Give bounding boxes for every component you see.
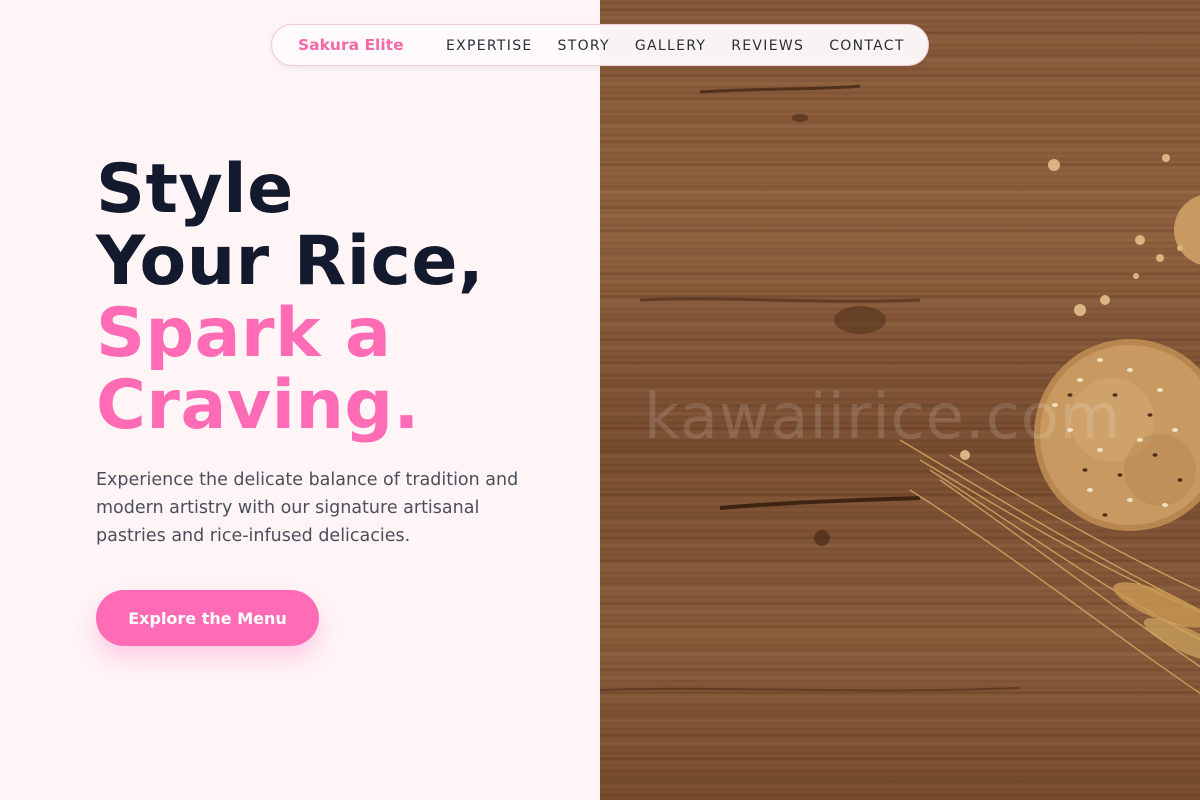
hero-left-panel: Style Your Rice, Spark a Craving. Experi… [0, 0, 600, 800]
hero-title-line-1: Style [96, 150, 294, 229]
hero-title-highlight-line-2: Craving. [96, 366, 420, 445]
page: Style Your Rice, Spark a Craving. Experi… [0, 0, 1200, 800]
hero-title-line-2: Your Rice, [96, 222, 485, 301]
nav-links: EXPERTISE STORY GALLERY REVIEWS CONTACT [446, 38, 930, 54]
brand-logo[interactable]: Sakura Elite [298, 36, 404, 54]
hero-image [600, 0, 1200, 800]
explore-menu-button[interactable]: Explore the Menu [96, 590, 319, 646]
nav-link-contact[interactable]: CONTACT [829, 38, 905, 54]
navbar: Sakura Elite EXPERTISE STORY GALLERY REV… [271, 24, 929, 66]
nav-link-gallery[interactable]: GALLERY [635, 38, 706, 54]
hero-title-highlight-line-1: Spark a [96, 294, 392, 373]
hero-description: Experience the delicate balance of tradi… [96, 470, 519, 546]
nav-link-expertise[interactable]: EXPERTISE [446, 38, 533, 54]
nav-link-story[interactable]: STORY [558, 38, 610, 54]
wood-table-with-bread-image [600, 84, 1200, 695]
nav-link-reviews[interactable]: REVIEWS [731, 38, 804, 54]
hero-title: Style Your Rice, Spark a Craving. [96, 154, 484, 442]
